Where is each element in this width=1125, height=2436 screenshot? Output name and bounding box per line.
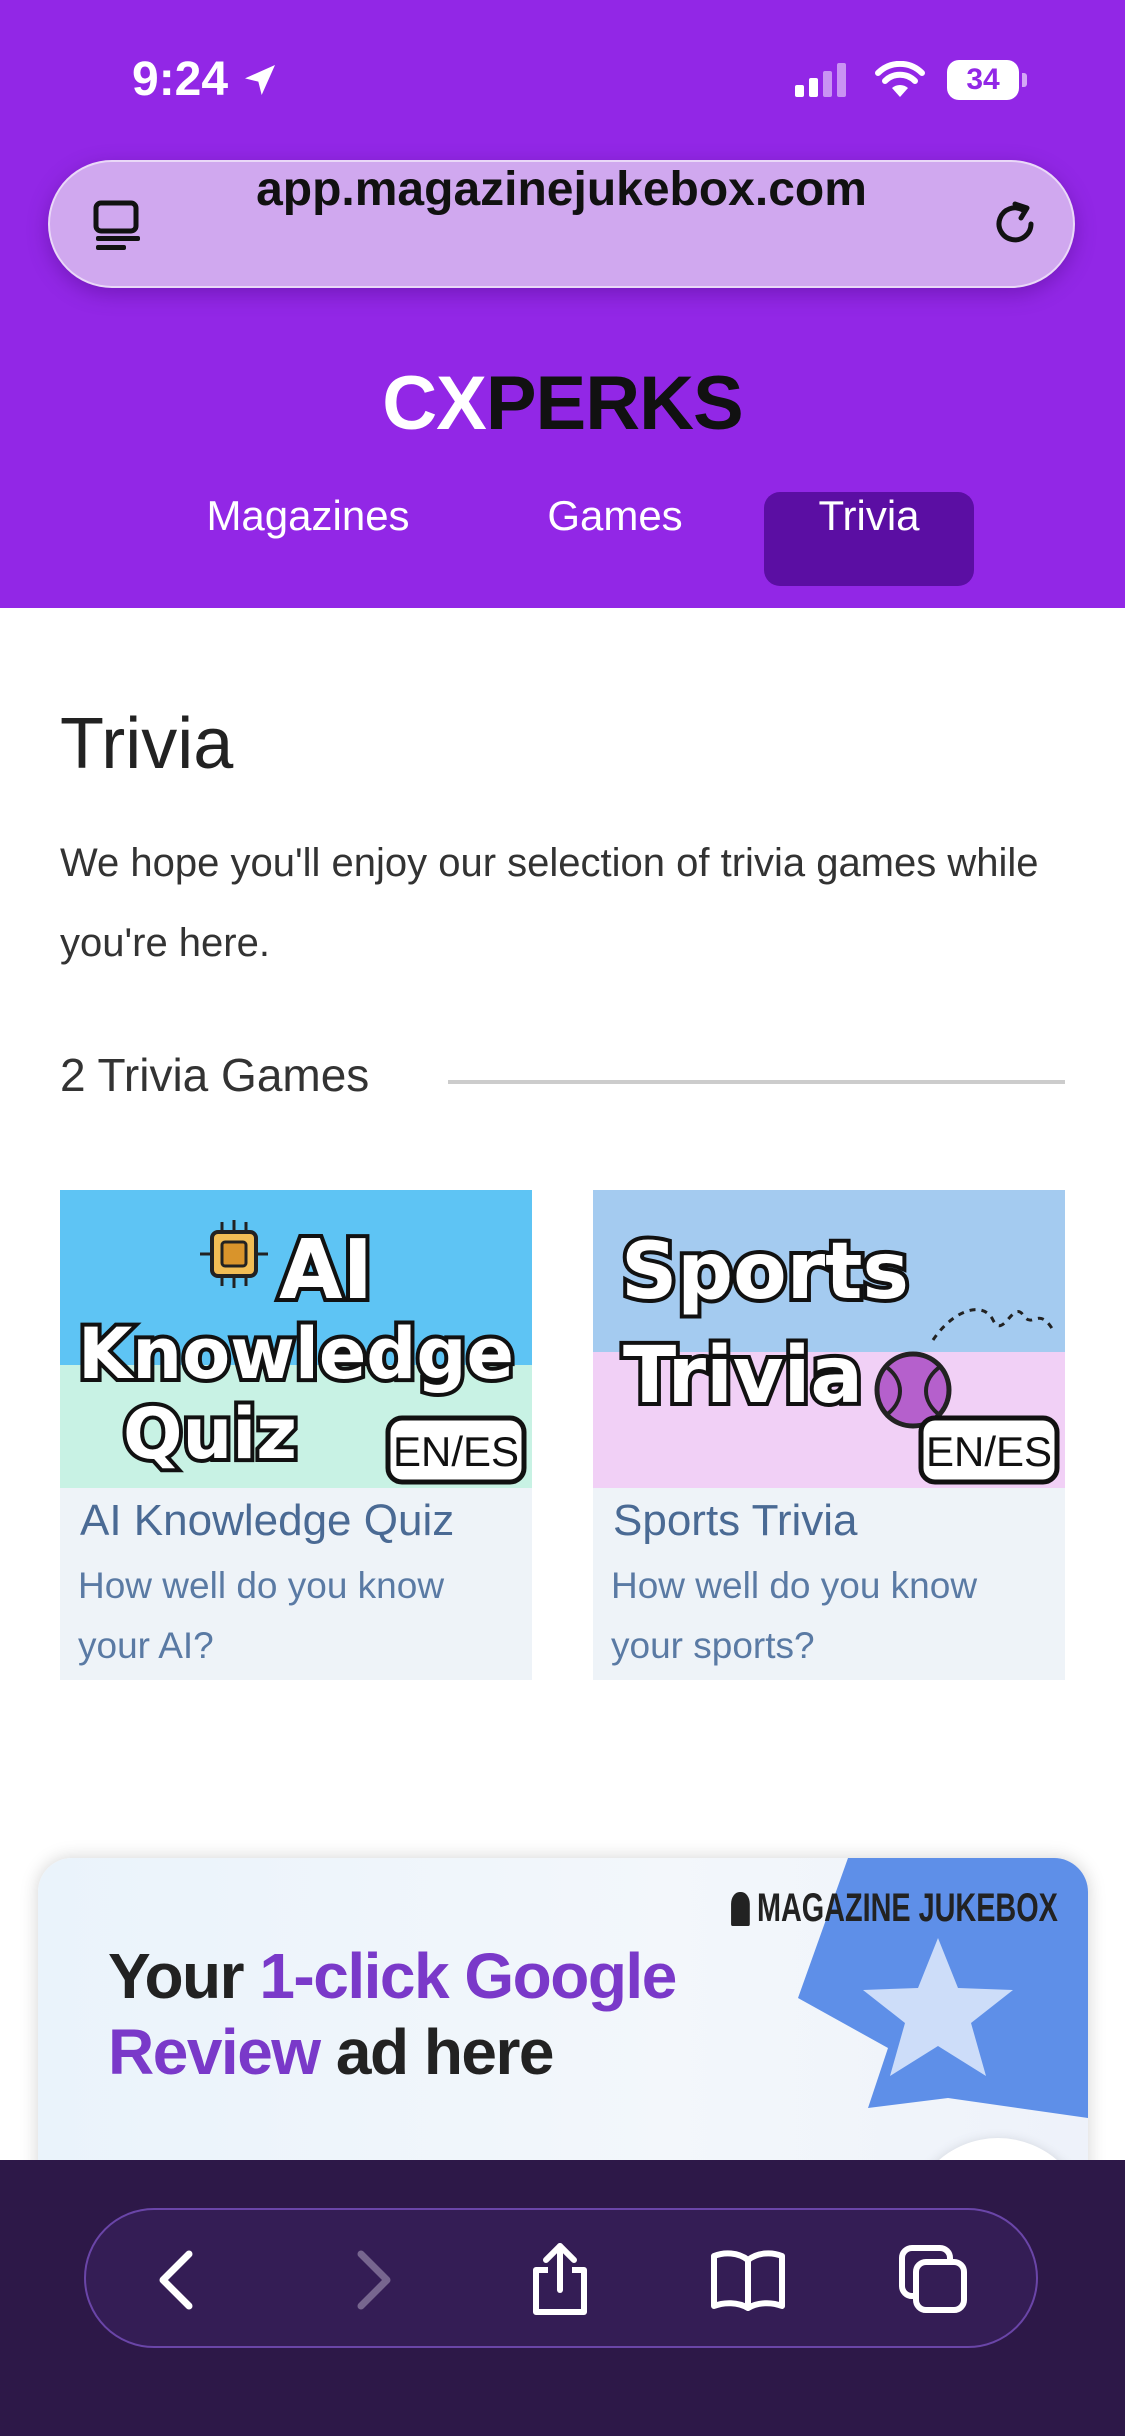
svg-text:AI: AI <box>279 1223 373 1318</box>
status-icons: 34 <box>795 60 1027 100</box>
ai-quiz-image: AI Knowledge Quiz EN/ES <box>60 1190 532 1488</box>
trivia-card-sports[interactable]: Sports Trivia EN/ES Sports Trivia How we… <box>593 1190 1065 1680</box>
trivia-card-ai[interactable]: AI Knowledge Quiz EN/ES AI Knowledge Qui… <box>60 1190 532 1680</box>
ad-brand: MAGAZINE JUKEBOX <box>731 1886 1058 1931</box>
chevron-right-icon <box>357 2250 391 2310</box>
book-icon <box>711 2250 785 2311</box>
nav-games[interactable]: Games <box>520 492 710 586</box>
bookmarks-button[interactable] <box>708 2240 788 2320</box>
tabs-icon <box>899 2245 967 2313</box>
reload-icon[interactable] <box>987 196 1043 252</box>
location-arrow-icon <box>245 64 276 95</box>
site-header: 9:24 34 app.magazinejukebox.com CXPERKS … <box>0 0 1125 608</box>
ai-quiz-thumbnail[interactable]: AI Knowledge Quiz EN/ES <box>60 1190 532 1488</box>
card-title[interactable]: Sports Trivia <box>613 1496 858 1546</box>
section-divider <box>448 1080 1065 1084</box>
sports-trivia-thumbnail[interactable]: Sports Trivia EN/ES <box>593 1190 1065 1488</box>
battery-icon: 34 <box>947 60 1027 100</box>
toolbar-pill <box>84 2208 1038 2348</box>
language-badge: EN/ES <box>926 1428 1052 1475</box>
forward-button[interactable] <box>332 2240 412 2320</box>
jukebox-icon <box>731 1891 750 1926</box>
language-badge: EN/ES <box>393 1428 519 1475</box>
ad-headline: Your 1-click Google Review ad here <box>108 1940 677 2088</box>
page-intro: We hope you'll enjoy our selection of tr… <box>60 841 1039 965</box>
nav-trivia[interactable]: Trivia <box>764 492 974 586</box>
svg-text:Knowledge: Knowledge <box>78 1313 514 1395</box>
address-bar[interactable]: app.magazinejukebox.com <box>48 160 1075 288</box>
games-count: 2 Trivia Games <box>60 1049 370 1101</box>
tabs-button[interactable] <box>894 2240 974 2320</box>
share-icon <box>533 2243 587 2315</box>
cellular-signal-icon <box>795 63 846 97</box>
url-text[interactable]: app.magazinejukebox.com <box>50 162 1073 217</box>
nav-magazines[interactable]: Magazines <box>186 492 430 586</box>
site-logo[interactable]: CXPERKS <box>0 360 1125 447</box>
card-description: How well do you know your AI? <box>78 1565 445 1666</box>
sports-trivia-image: Sports Trivia EN/ES <box>593 1190 1065 1488</box>
wifi-icon <box>875 61 925 97</box>
browser-toolbar <box>0 2160 1125 2436</box>
page-title: Trivia <box>60 704 234 784</box>
svg-text:Quiz: Quiz <box>123 1393 297 1475</box>
status-bar: 9:24 34 <box>0 0 1125 150</box>
svg-text:Trivia: Trivia <box>623 1331 863 1421</box>
card-description: How well do you know your sports? <box>611 1565 978 1666</box>
tennis-ball-icon <box>874 1351 952 1429</box>
svg-text:Sports: Sports <box>621 1227 909 1317</box>
back-button[interactable] <box>138 2240 218 2320</box>
main-nav: Magazines Games Trivia <box>0 492 1125 586</box>
status-time: 9:24 <box>132 52 280 107</box>
card-title[interactable]: AI Knowledge Quiz <box>80 1496 454 1546</box>
share-button[interactable] <box>520 2240 600 2320</box>
chevron-left-icon <box>159 2250 193 2310</box>
